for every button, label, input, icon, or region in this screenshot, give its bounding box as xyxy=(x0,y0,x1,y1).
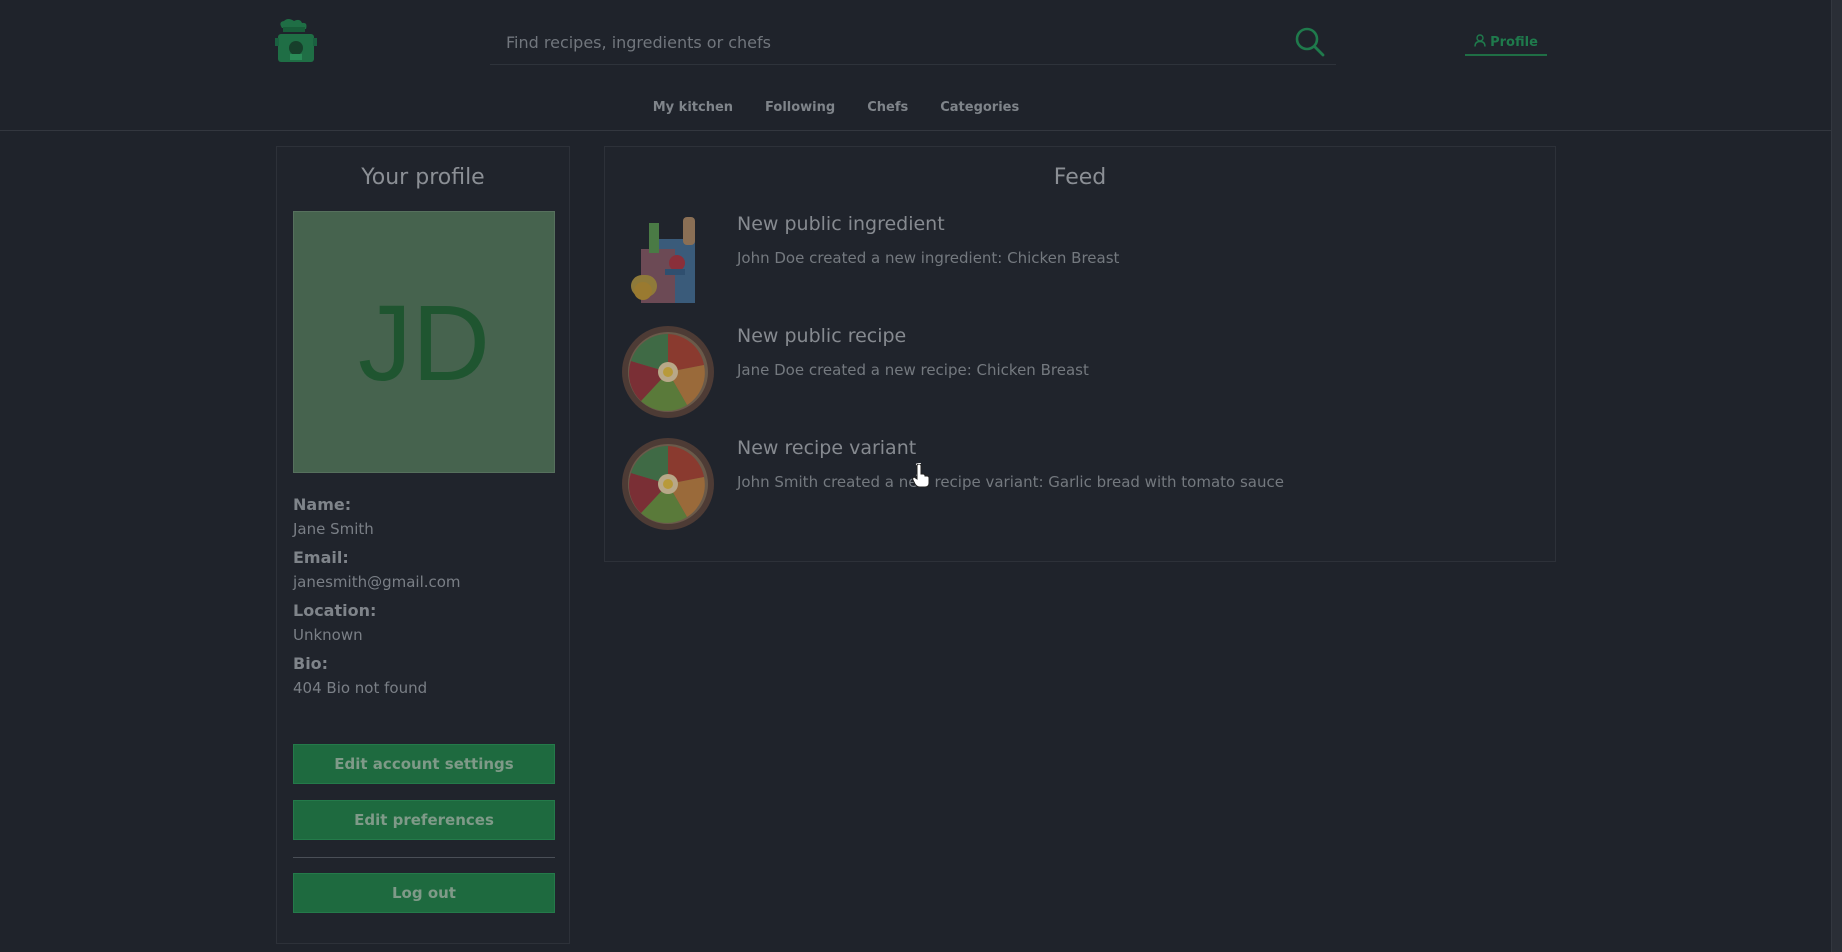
nav-item-categories[interactable]: Categories xyxy=(940,100,1019,115)
feed-item-desc: John Smith created a new recipe variant:… xyxy=(737,473,1284,491)
search-input[interactable] xyxy=(504,28,1268,56)
profile-nav-link[interactable]: Profile xyxy=(1465,30,1547,56)
bio-value: 404 Bio not found xyxy=(293,679,428,697)
feed-heading: Feed xyxy=(1053,165,1107,190)
search-bar xyxy=(490,20,1336,65)
feed-item[interactable]: New recipe variant John Smith created a … xyxy=(621,437,1521,533)
email-label: Email: xyxy=(293,548,349,567)
food-bowl-icon xyxy=(621,325,715,419)
avatar: JD xyxy=(293,211,555,473)
profile-card: Your profile JD Name: Jane Smith Email: … xyxy=(276,146,570,944)
feed-item-desc: Jane Doe created a new recipe: Chicken B… xyxy=(737,361,1089,379)
app-page: Profile My kitchen Following Chefs Categ… xyxy=(0,0,1842,952)
user-icon xyxy=(1474,33,1486,51)
location-label: Location: xyxy=(293,601,377,620)
nav-item-following[interactable]: Following xyxy=(765,100,835,115)
main-nav: My kitchen Following Chefs Categories xyxy=(0,100,1752,115)
grocery-bag-icon xyxy=(621,213,715,307)
name-value: Jane Smith xyxy=(293,520,374,538)
edit-account-settings-button[interactable]: Edit account settings xyxy=(293,744,555,784)
profile-fields: Name: Jane Smith Email: janesmith@gmail.… xyxy=(293,495,555,697)
feed-item[interactable]: New public ingredient John Doe created a… xyxy=(621,213,1521,309)
feed-item-desc: John Doe created a new ingredient: Chick… xyxy=(737,249,1120,267)
logout-button[interactable]: Log out xyxy=(293,873,555,913)
feed-card: Feed New public ingredient John Doe crea… xyxy=(604,146,1556,562)
nav-item-chefs[interactable]: Chefs xyxy=(867,100,908,115)
feed-item-title: New recipe variant xyxy=(737,437,917,459)
hand-cursor-icon xyxy=(912,463,930,488)
divider xyxy=(293,857,555,858)
feed-item[interactable]: New public recipe Jane Doe created a new… xyxy=(621,325,1521,421)
name-label: Name: xyxy=(293,495,352,514)
edit-preferences-button[interactable]: Edit preferences xyxy=(293,800,555,840)
nav-item-my-kitchen[interactable]: My kitchen xyxy=(653,100,733,115)
search-icon[interactable] xyxy=(1294,26,1326,58)
top-header: Profile My kitchen Following Chefs Categ… xyxy=(0,0,1832,131)
food-bowl-icon xyxy=(621,437,715,531)
feed-item-title: New public recipe xyxy=(737,325,907,347)
vertical-scrollbar[interactable] xyxy=(1831,0,1842,952)
chef-hat-pot-icon[interactable] xyxy=(274,18,318,64)
bio-label: Bio: xyxy=(293,654,329,673)
feed-item-title: New public ingredient xyxy=(737,213,945,235)
email-value: janesmith@gmail.com xyxy=(293,573,461,591)
profile-nav-label: Profile xyxy=(1490,34,1538,50)
location-value: Unknown xyxy=(293,626,363,644)
profile-heading: Your profile xyxy=(361,165,485,190)
